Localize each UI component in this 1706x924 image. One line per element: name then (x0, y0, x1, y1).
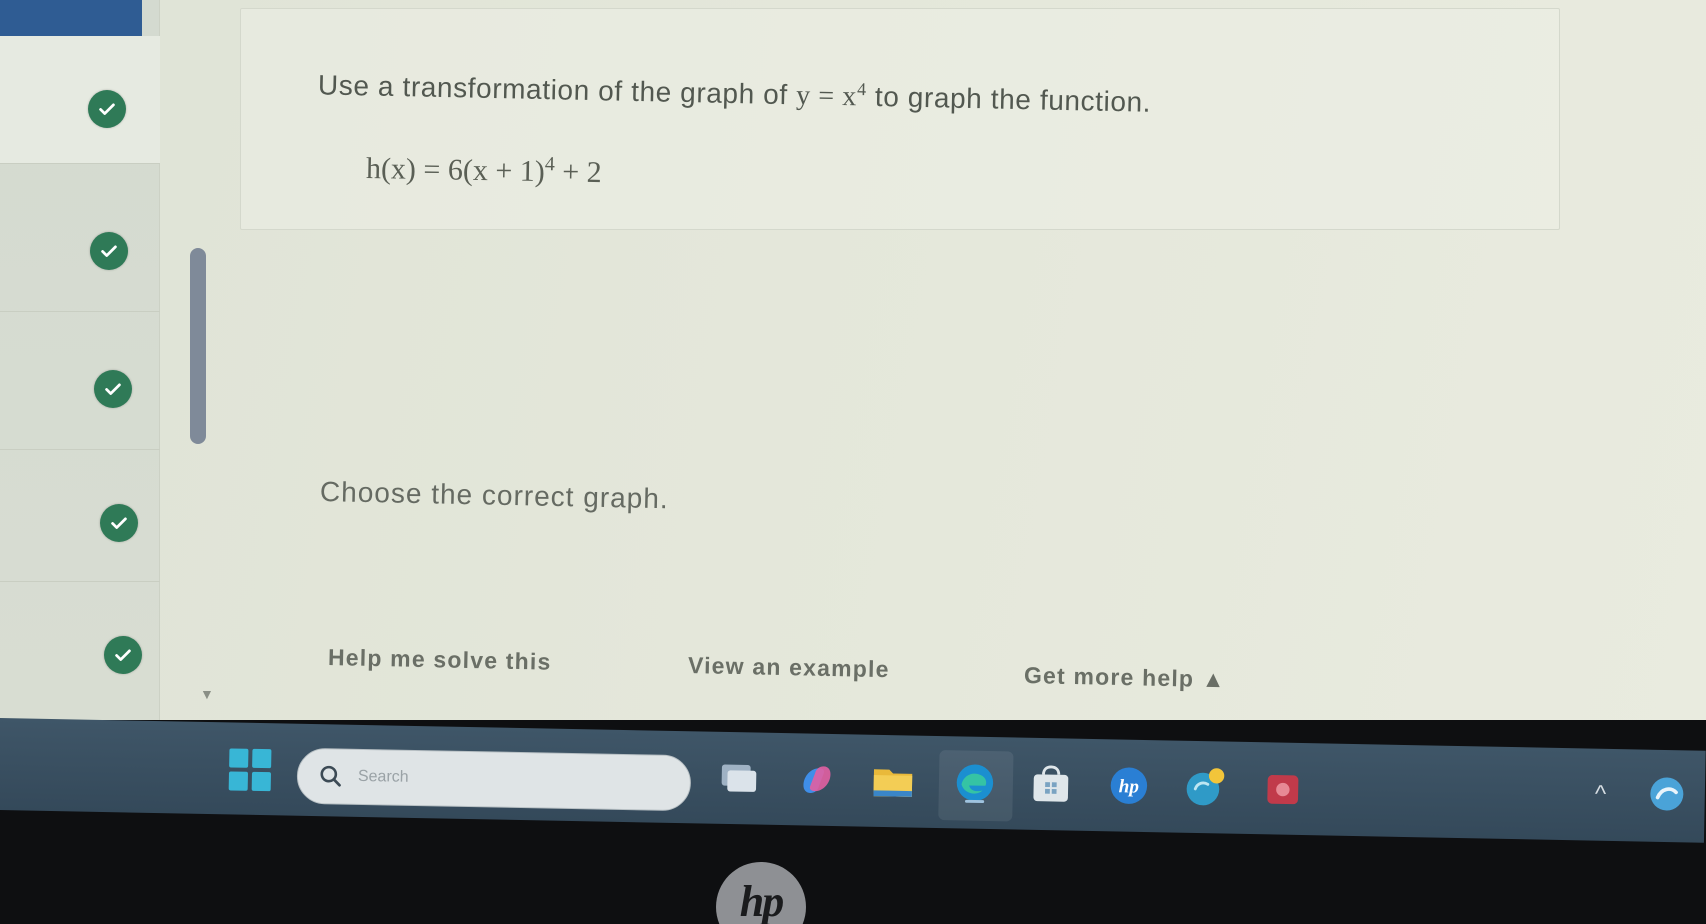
start-tile (251, 771, 272, 792)
sidebar-item-question-5[interactable] (0, 584, 160, 712)
question-panel (240, 8, 1560, 230)
answer-prompt: Choose the correct graph. (319, 476, 670, 515)
copilot-icon[interactable] (793, 755, 842, 804)
windows-start-icon[interactable] (228, 748, 272, 792)
hp-logo-icon: hp (716, 862, 806, 924)
media-app-icon[interactable] (1258, 764, 1307, 813)
hp-app-icon[interactable]: hp (1104, 761, 1153, 810)
search-input[interactable] (357, 767, 659, 792)
function-constant: + 2 (554, 155, 602, 190)
check-circle-icon (100, 504, 138, 542)
question-sidebar (0, 0, 160, 720)
sidebar-item-question-1[interactable] (0, 36, 160, 164)
check-circle-icon (88, 90, 126, 128)
task-view-icon[interactable] (715, 754, 764, 803)
target-function: h(x) = 6(x + 1)4 + 2 (366, 150, 602, 190)
base-exponent: 4 (856, 79, 867, 100)
check-circle-icon (94, 370, 132, 408)
sidebar-header-band (0, 0, 142, 36)
tray-app-icon[interactable] (1644, 772, 1689, 817)
start-tile (228, 771, 249, 791)
base-function: y = x4 (795, 79, 867, 113)
function-exponent: 4 (544, 153, 556, 176)
start-tile (252, 748, 272, 769)
sidebar-item-question-2[interactable] (0, 184, 160, 312)
taskbar-search[interactable] (296, 747, 692, 812)
scrollbar-thumb[interactable] (190, 248, 206, 444)
svg-text:hp: hp (1119, 776, 1140, 797)
sidebar-item-question-3[interactable] (0, 322, 160, 450)
file-explorer-icon[interactable] (868, 757, 917, 806)
screen: ▼ Use a transformation of the graph of y… (0, 0, 1706, 720)
get-more-help-button[interactable]: Get more help ▲ (1024, 662, 1226, 693)
scroll-down-icon[interactable]: ▼ (200, 686, 214, 702)
edge-browser-icon[interactable] (950, 758, 999, 807)
check-circle-icon (90, 232, 128, 270)
windows-taskbar: hp ^ (0, 718, 1706, 843)
chat-app-icon[interactable] (1180, 763, 1229, 812)
hp-logo-text: hp (739, 877, 785, 924)
sidebar-item-question-4[interactable] (0, 454, 160, 582)
chevron-up-icon[interactable]: ^ (1595, 781, 1607, 809)
instruction-text-end: to graph the function. (866, 80, 1152, 118)
store-icon[interactable] (1026, 760, 1075, 809)
help-me-solve-button[interactable]: Help me solve this (328, 644, 552, 676)
view-example-button[interactable]: View an example (688, 652, 890, 683)
check-circle-icon (104, 636, 142, 674)
start-tile (229, 748, 249, 768)
base-function-text: y = x (795, 80, 858, 113)
search-icon (320, 765, 341, 787)
function-text: h(x) = 6(x + 1) (365, 152, 546, 189)
